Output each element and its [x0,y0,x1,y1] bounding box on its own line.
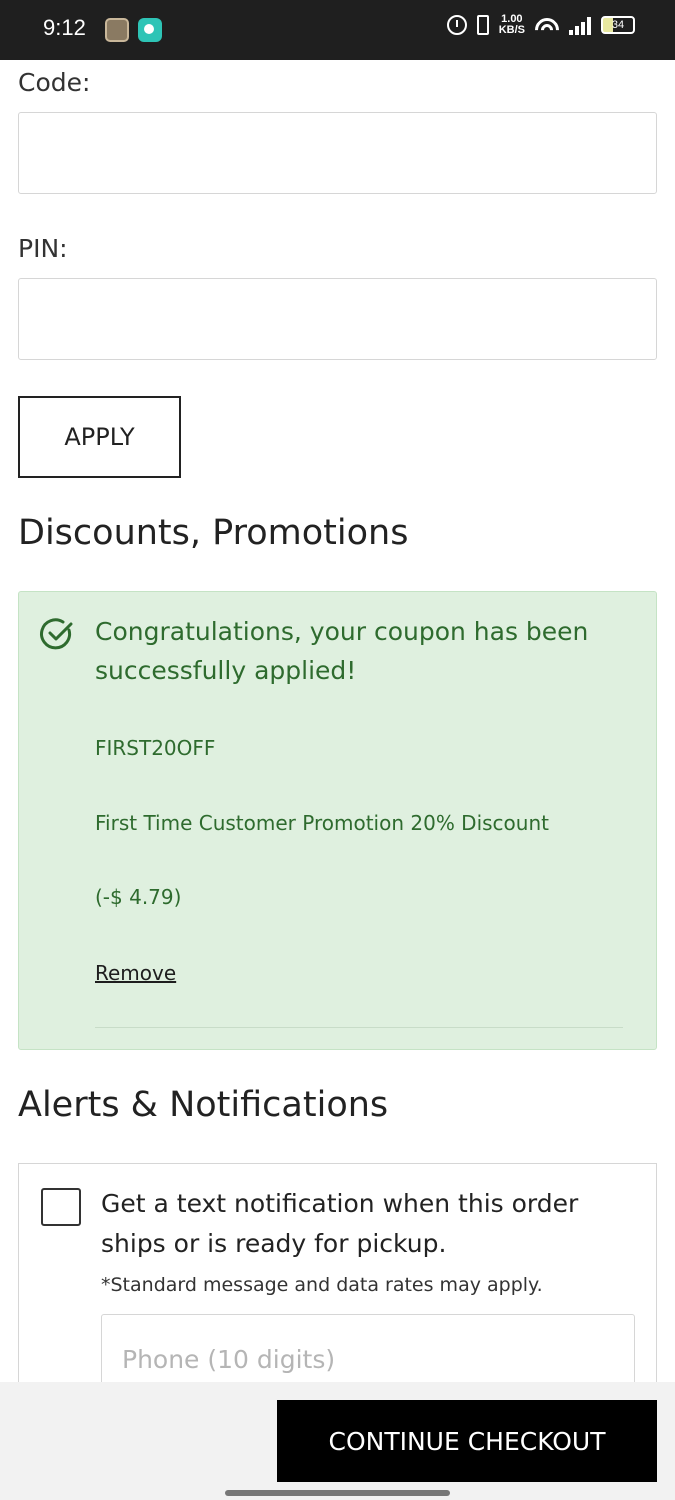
status-icons: 1.00 KB/S 34 [446,14,635,36]
vibrate-icon [476,15,489,35]
pin-label: PIN: [18,234,68,263]
notification-label: Get a text notification when this order … [101,1189,579,1258]
promo-success-message: Congratulations, your coupon has been su… [95,617,589,685]
status-bar: 9:12 1.00 KB/S 34 [0,0,675,60]
photo-app-icon [105,18,129,42]
remove-coupon-link[interactable]: Remove [95,961,176,985]
bottom-bar: CONTINUE CHECKOUT [0,1382,675,1500]
text-notification-checkbox[interactable] [41,1188,81,1226]
code-input[interactable] [18,112,657,194]
battery-level: 34 [611,19,625,31]
pin-input[interactable] [18,278,657,360]
network-speed: 1.00 KB/S [499,14,525,36]
coupon-code: FIRST20OFF [95,736,216,760]
code-label: Code: [18,68,91,97]
coupon-description: First Time Customer Promotion 20% Discou… [95,811,549,835]
chat-app-icon [138,18,162,42]
apply-button[interactable]: APPLY [18,396,181,478]
network-speed-unit: KB/S [498,24,525,36]
promo-success-box: Congratulations, your coupon has been su… [18,591,657,1050]
alarm-icon [446,15,467,35]
coupon-amount: (-$ 4.79) [95,885,182,909]
home-indicator[interactable] [225,1490,450,1496]
wifi-icon [535,16,559,34]
check-circle-icon [40,618,73,650]
alerts-title: Alerts & Notifications [18,1085,389,1125]
battery-icon: 34 [601,16,635,34]
continue-checkout-button[interactable]: CONTINUE CHECKOUT [277,1400,657,1482]
rates-note: *Standard message and data rates may app… [101,1274,543,1296]
status-time: 9:12 [43,15,86,40]
signal-icon [569,15,591,35]
discounts-title: Discounts, Promotions [18,513,409,553]
promo-divider [95,1027,623,1028]
